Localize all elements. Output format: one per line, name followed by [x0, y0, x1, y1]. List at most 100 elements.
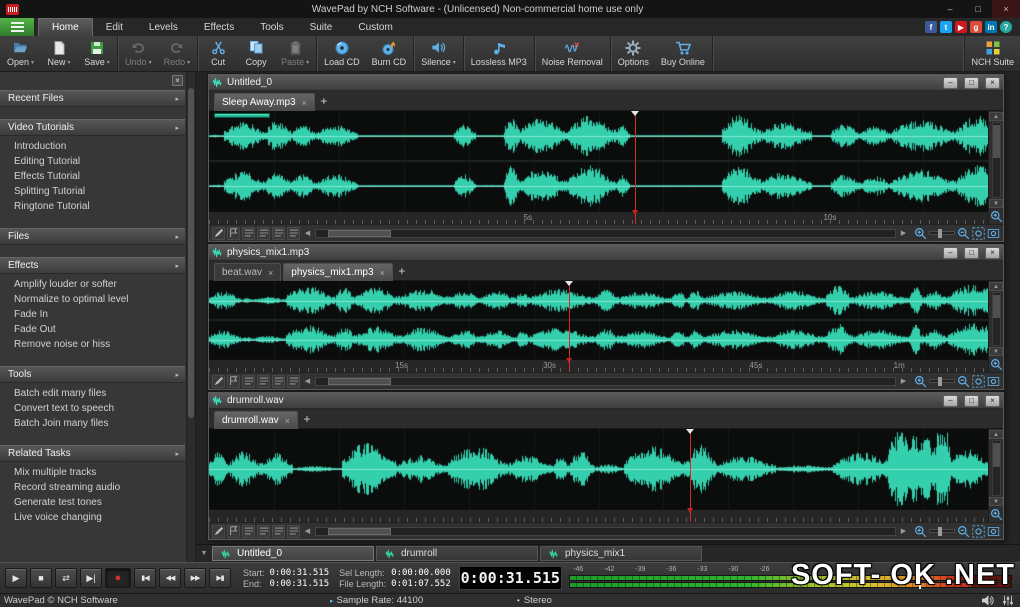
- marker-tool-icon[interactable]: [227, 525, 240, 538]
- fast-forward-button[interactable]: ▶▶: [184, 568, 206, 588]
- playhead-cursor[interactable]: [635, 111, 636, 224]
- stop-button[interactable]: ■: [30, 568, 52, 588]
- region-list-icon[interactable]: [242, 227, 255, 240]
- google-plus-icon[interactable]: g: [970, 21, 982, 33]
- sidebar-item-batch-edit-many-files[interactable]: Batch edit many files: [0, 386, 185, 401]
- horizontal-scroll-thumb[interactable]: [328, 230, 392, 237]
- chevron-down-icon[interactable]: ▾: [31, 59, 34, 66]
- marker-tool-icon[interactable]: [227, 375, 240, 388]
- document-minimize-button[interactable]: –: [943, 77, 958, 89]
- ribbon-tab-levels[interactable]: Levels: [136, 18, 191, 36]
- silence-button[interactable]: Silence▾: [415, 36, 462, 71]
- sidebar-item-live-voice-changing[interactable]: Live voice changing: [0, 510, 185, 525]
- zoom-slider[interactable]: [929, 231, 955, 235]
- document-maximize-button[interactable]: □: [964, 77, 979, 89]
- new-tab-button[interactable]: +: [394, 263, 410, 281]
- waveform-display[interactable]: [209, 429, 988, 509]
- sidebar-item-fade-out[interactable]: Fade Out: [0, 322, 185, 337]
- tab-close-icon[interactable]: ×: [380, 268, 385, 278]
- document-minimize-button[interactable]: –: [943, 247, 958, 259]
- document-titlebar[interactable]: Untitled_0–□×: [209, 75, 1003, 91]
- horizontal-scroll-thumb[interactable]: [328, 528, 392, 535]
- paste-button[interactable]: Paste▾: [275, 36, 315, 71]
- tab-close-icon[interactable]: ×: [268, 268, 273, 278]
- sidebar-close-icon[interactable]: ×: [172, 75, 183, 86]
- save-button[interactable]: Save▾: [78, 36, 116, 71]
- zoom-in-icon[interactable]: [914, 375, 927, 388]
- document-close-button[interactable]: ×: [985, 247, 1000, 259]
- scroll-down-icon[interactable]: ▼: [989, 199, 1003, 208]
- redo-button[interactable]: Redo▾: [158, 36, 197, 71]
- audio-tab[interactable]: physics_mix1.mp3×: [283, 263, 393, 281]
- noise-removal-button[interactable]: Noise Removal: [536, 36, 609, 71]
- timeline-ruler[interactable]: 5s10s: [209, 211, 988, 224]
- sidebar-item-mix-multiple-tracks[interactable]: Mix multiple tracks: [0, 465, 185, 480]
- waveform-display[interactable]: [209, 111, 988, 211]
- go-to-start-button[interactable]: ▮◀: [134, 568, 156, 588]
- document-close-button[interactable]: ×: [985, 77, 1000, 89]
- ribbon-tab-suite[interactable]: Suite: [297, 18, 346, 36]
- sidebar-item-remove-noise-or-hiss[interactable]: Remove noise or hiss: [0, 337, 185, 352]
- region-list-icon[interactable]: [242, 525, 255, 538]
- sidebar-item-introduction[interactable]: Introduction: [0, 139, 185, 154]
- document-titlebar[interactable]: physics_mix1.mp3–□×: [209, 245, 1003, 261]
- sidebar-section-related-tasks[interactable]: Related Tasks▸: [0, 445, 185, 462]
- sidebar-item-generate-test-tones[interactable]: Generate test tones: [0, 495, 185, 510]
- window-maximize-button[interactable]: □: [964, 0, 992, 18]
- copy-button[interactable]: Copy: [237, 36, 275, 71]
- vertical-scroll-track[interactable]: [992, 440, 1001, 496]
- edit-tool-icon[interactable]: [212, 375, 225, 388]
- vertical-scroll-thumb[interactable]: [993, 295, 1000, 318]
- vertical-scroll-thumb[interactable]: [993, 125, 1000, 158]
- vertical-scroll-track[interactable]: [992, 122, 1001, 198]
- vertical-scroll-track[interactable]: [992, 292, 1001, 346]
- cut-button[interactable]: Cut: [199, 36, 237, 71]
- scroll-right-icon[interactable]: ▶: [898, 527, 909, 535]
- region-list-icon[interactable]: [242, 375, 255, 388]
- taskbar-item-untitled-0[interactable]: Untitled_0: [212, 546, 374, 561]
- zoom-in-icon[interactable]: [914, 227, 927, 240]
- go-to-end-button[interactable]: ▶▮: [209, 568, 231, 588]
- scroll-right-icon[interactable]: ▶: [898, 229, 909, 237]
- sidebar-section-tools[interactable]: Tools▸: [0, 366, 185, 383]
- sidebar-item-ringtone-tutorial[interactable]: Ringtone Tutorial: [0, 199, 185, 214]
- burn-cd-button[interactable]: Burn CD: [366, 36, 413, 71]
- zoom-vertical-icon[interactable]: [990, 507, 1003, 521]
- zoom-selection-icon[interactable]: [972, 525, 985, 538]
- facebook-icon[interactable]: f: [925, 21, 937, 33]
- document-maximize-button[interactable]: □: [964, 247, 979, 259]
- youtube-icon[interactable]: ▶: [955, 21, 967, 33]
- sidebar-item-editing-tutorial[interactable]: Editing Tutorial: [0, 154, 185, 169]
- new-tab-button[interactable]: +: [299, 411, 315, 429]
- horizontal-scroll-thumb[interactable]: [328, 378, 392, 385]
- tab-close-icon[interactable]: ×: [285, 416, 290, 426]
- zoom-out-icon[interactable]: [957, 375, 970, 388]
- sidebar-item-splitting-tutorial[interactable]: Splitting Tutorial: [0, 184, 185, 199]
- effect-chain-icon[interactable]: [287, 525, 300, 538]
- ribbon-tab-edit[interactable]: Edit: [93, 18, 136, 36]
- vertical-scroll-thumb[interactable]: [993, 443, 1000, 467]
- bookmark-list-icon[interactable]: [257, 525, 270, 538]
- zoom-in-icon[interactable]: [914, 525, 927, 538]
- chevron-down-icon[interactable]: ▾: [187, 59, 190, 66]
- sidebar-item-normalize-to-optimal-level[interactable]: Normalize to optimal level: [0, 292, 185, 307]
- play-button[interactable]: ▶: [5, 568, 27, 588]
- options-button[interactable]: Options: [612, 36, 655, 71]
- chevron-down-icon[interactable]: ▾: [306, 59, 309, 66]
- scroll-left-icon[interactable]: ◀: [302, 377, 313, 385]
- horizontal-scroll-track[interactable]: [315, 229, 896, 238]
- timeline-ruler[interactable]: 15s30s45s1m: [209, 359, 988, 372]
- zoom-selection-icon[interactable]: [972, 227, 985, 240]
- zoom-out-icon[interactable]: [957, 525, 970, 538]
- load-cd-button[interactable]: Load CD: [318, 36, 366, 71]
- sidebar-item-effects-tutorial[interactable]: Effects Tutorial: [0, 169, 185, 184]
- zoom-full-icon[interactable]: [987, 375, 1000, 388]
- sidebar-item-fade-in[interactable]: Fade In: [0, 307, 185, 322]
- sidebar-section-files[interactable]: Files▸: [0, 228, 185, 245]
- scroll-up-icon[interactable]: ▲: [989, 282, 1003, 291]
- document-minimize-button[interactable]: –: [943, 395, 958, 407]
- zoom-vertical-icon[interactable]: [990, 209, 1003, 223]
- sidebar-item-amplify-louder-or-softer[interactable]: Amplify louder or softer: [0, 277, 185, 292]
- scroll-down-icon[interactable]: ▼: [989, 347, 1003, 356]
- audio-tab[interactable]: Sleep Away.mp3×: [214, 93, 315, 111]
